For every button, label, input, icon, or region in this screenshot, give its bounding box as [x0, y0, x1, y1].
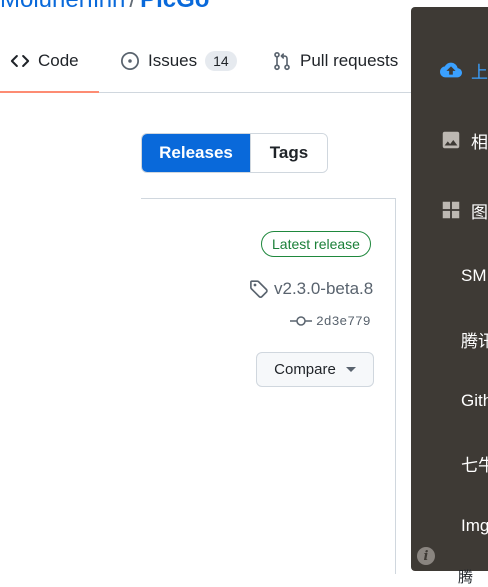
menu-item-picbed[interactable]: 图: [411, 190, 488, 230]
bottom-peek-text: 腾: [458, 569, 474, 586]
breadcrumb-separator: /: [129, 0, 136, 13]
breadcrumb-repo-link[interactable]: PicGo: [140, 0, 209, 13]
git-commit-icon: [290, 316, 312, 326]
menu-item-tencent[interactable]: 腾讯: [411, 319, 488, 359]
info-icon[interactable]: i: [417, 547, 435, 565]
release-commit[interactable]: 2d3e779: [290, 310, 371, 332]
breadcrumb: Molunerfinn / PicGo: [0, 0, 209, 13]
tab-issues[interactable]: Issues 14: [120, 30, 237, 92]
releases-tags-toggle: Releases Tags: [141, 133, 328, 173]
grid-icon: [442, 201, 460, 219]
release-divider: [141, 198, 395, 199]
release-tag[interactable]: v2.3.0-beta.8: [249, 277, 373, 301]
code-icon: [10, 55, 30, 67]
tab-code-label: Code: [38, 51, 79, 70]
latest-release-badge: Latest release: [261, 231, 371, 257]
tab-pull-requests[interactable]: Pull requests: [272, 30, 398, 92]
tag-icon: [250, 280, 268, 298]
cloud-upload-icon: [440, 62, 462, 78]
issues-counter: 14: [205, 51, 237, 71]
release-tag-label: v2.3.0-beta.8: [274, 279, 374, 298]
menu-item-qiniu-label: 七牛: [461, 455, 488, 475]
release-commit-sha: 2d3e779: [316, 313, 371, 329]
tab-code[interactable]: Code: [0, 30, 99, 93]
menu-item-github[interactable]: Gith: [411, 381, 488, 421]
menu-item-upload[interactable]: 上: [411, 50, 488, 90]
menu-item-album[interactable]: 相: [411, 120, 488, 160]
compare-button[interactable]: Compare: [256, 352, 374, 387]
tags-button[interactable]: Tags: [250, 134, 327, 172]
menu-item-imgur-label: Img: [461, 516, 488, 535]
tab-code-underline: [0, 91, 99, 93]
tab-issues-label: Issues: [148, 51, 198, 70]
breadcrumb-owner-link[interactable]: Molunerfinn: [0, 0, 125, 13]
picgo-menu-overlay: 上 相 图 SM 腾讯 Gith 七牛 Img i: [411, 7, 488, 571]
releases-button[interactable]: Releases: [142, 134, 250, 172]
triangle-down-icon: [345, 367, 356, 372]
menu-item-album-label: 相: [471, 132, 488, 152]
menu-item-qiniu[interactable]: 七牛: [411, 443, 488, 483]
image-icon: [442, 131, 460, 149]
menu-item-smms-label: SM: [461, 266, 487, 285]
release-vertical-divider: [395, 198, 396, 574]
menu-item-github-label: Gith: [461, 391, 488, 410]
issue-opened-icon: [121, 52, 139, 70]
menu-item-upload-label: 上: [471, 62, 488, 82]
menu-item-picbed-label: 图: [471, 202, 488, 222]
tab-pull-requests-label: Pull requests: [300, 51, 399, 70]
git-pull-request-icon: [274, 51, 290, 71]
compare-button-label: Compare: [274, 361, 336, 378]
menu-item-imgur[interactable]: Img: [411, 506, 488, 546]
menu-item-smms[interactable]: SM: [411, 256, 488, 296]
menu-item-tencent-label: 腾讯: [461, 331, 488, 351]
